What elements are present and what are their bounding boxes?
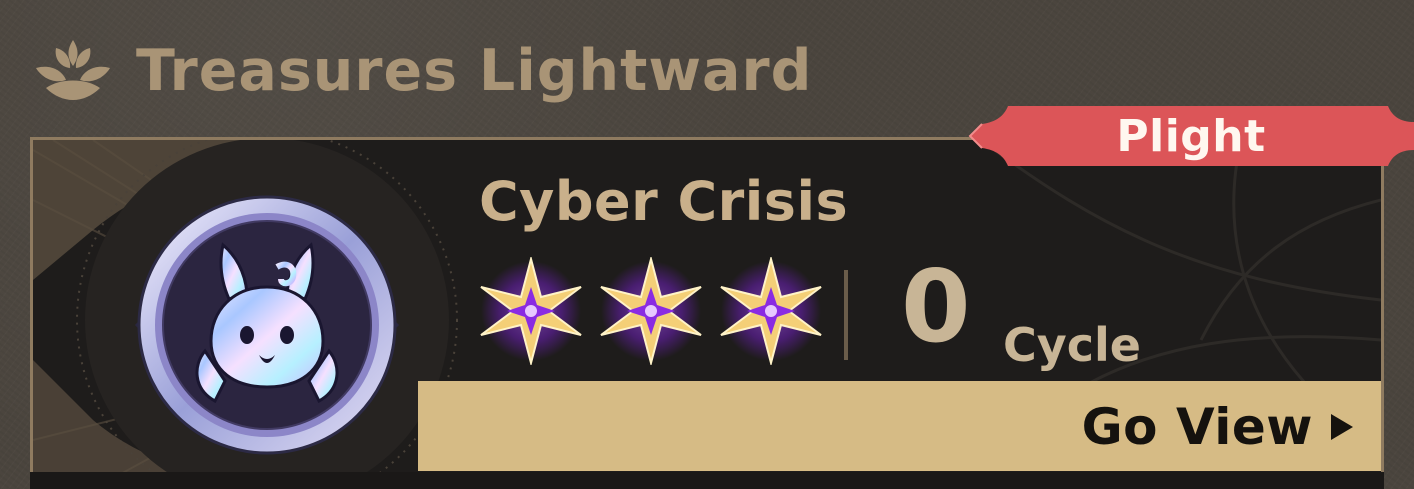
play-arrow-icon — [1331, 414, 1353, 440]
star-icon — [720, 257, 822, 365]
go-view-label: Go View — [1081, 398, 1313, 456]
section-title: Treasures Lightward — [136, 37, 813, 104]
stat-divider — [844, 270, 848, 360]
rabbit-medal-icon — [134, 195, 400, 455]
section-header: Treasures Lightward — [32, 36, 812, 106]
cycle-label: Cycle — [1003, 318, 1141, 372]
star-icon — [600, 257, 702, 365]
cycle-value: 0 — [901, 248, 971, 365]
star-icon — [480, 257, 582, 365]
page: Treasures Lightward Cyber Crisis 0 Cycle… — [0, 0, 1414, 489]
card-bottom-edge — [30, 472, 1384, 489]
medal-zone — [33, 140, 473, 489]
level-name: Cyber Crisis — [479, 170, 849, 233]
difficulty-badge: Plight — [968, 100, 1414, 172]
go-view-button[interactable]: Go View — [1082, 384, 1353, 470]
star-rating — [477, 257, 825, 365]
level-card[interactable]: Cyber Crisis 0 Cycle Go View — [30, 137, 1384, 489]
difficulty-label: Plight — [1116, 110, 1266, 162]
lotus-icon — [36, 40, 110, 100]
